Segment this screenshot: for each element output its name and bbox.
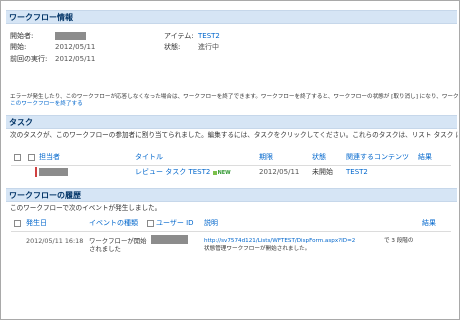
col-event-type[interactable]: イベントの種類	[89, 219, 138, 228]
initiator-label: 開始者:	[10, 32, 34, 40]
tasks-select-all-checkbox[interactable]	[14, 154, 21, 161]
tasks-type-checkbox[interactable]	[28, 154, 35, 161]
history-desc-text2: 状態管理ワークフローが開始されました。	[204, 246, 311, 252]
history-date: 2012/05/11 16:18	[26, 237, 84, 245]
history-description: このワークフローで次のイベントが発生しました。	[10, 204, 162, 212]
col-description[interactable]: 説明	[204, 219, 218, 228]
last-run-value: 2012/05/11	[55, 55, 96, 63]
col-user-id[interactable]: ユーザー ID	[156, 219, 194, 228]
col-due[interactable]: 期限	[259, 153, 273, 162]
user-id-checkbox[interactable]	[147, 220, 154, 227]
task-title[interactable]: レビュー タスク TEST2	[135, 168, 210, 176]
assignee-redacted	[39, 168, 68, 176]
started-label: 開始:	[10, 43, 27, 51]
history-header: ワークフローの履歴	[6, 188, 457, 202]
task-due: 2012/05/11	[259, 168, 300, 176]
tasks-header-divider	[11, 165, 451, 166]
history-select-checkbox[interactable]	[14, 220, 21, 227]
col-assignee[interactable]: 担当者	[39, 153, 60, 162]
col-related-content[interactable]: 関連するコンテンツ	[346, 153, 409, 162]
initiator-redacted	[55, 32, 86, 40]
new-badge: NEW	[212, 170, 231, 176]
item-label: アイテム:	[164, 32, 194, 40]
history-header-divider	[11, 231, 451, 232]
col-status[interactable]: 状態	[312, 153, 326, 162]
tasks-description: 次のタスクが、このワークフローの参加者に割り当てられました。編集するには、タスク…	[10, 131, 458, 139]
history-desc-text1: で 3 段階の	[384, 238, 414, 244]
tasks-header: タスク	[6, 115, 457, 129]
history-event-line2: されました	[89, 245, 121, 253]
task-related-link[interactable]: TEST2	[346, 168, 368, 177]
col-occurred[interactable]: 発生日	[26, 219, 47, 228]
task-title-link[interactable]: レビュー タスク TEST2 NEW	[135, 168, 231, 178]
status-value: 進行中	[198, 43, 219, 51]
user-id-redacted	[151, 235, 188, 244]
status-label: 状態:	[164, 43, 181, 51]
workflow-status-page: ワークフロー情報 開始者: アイテム: TEST2 開始: 2012/05/11…	[0, 0, 460, 320]
started-value: 2012/05/11	[55, 43, 96, 51]
new-icon	[212, 170, 217, 175]
col-outcome[interactable]: 結果	[418, 153, 432, 162]
col-history-outcome[interactable]: 結果	[422, 219, 436, 228]
last-run-label: 前回の実行:	[10, 55, 48, 63]
workflow-info-header: ワークフロー情報	[6, 10, 457, 24]
item-link[interactable]: TEST2	[198, 32, 220, 41]
col-title[interactable]: タイトル	[135, 153, 163, 162]
terminate-workflow-link[interactable]: このワークフローを終了する	[10, 100, 83, 109]
task-status: 未開始	[312, 168, 333, 176]
new-badge-label: NEW	[217, 170, 231, 176]
task-row-marker	[35, 167, 37, 177]
